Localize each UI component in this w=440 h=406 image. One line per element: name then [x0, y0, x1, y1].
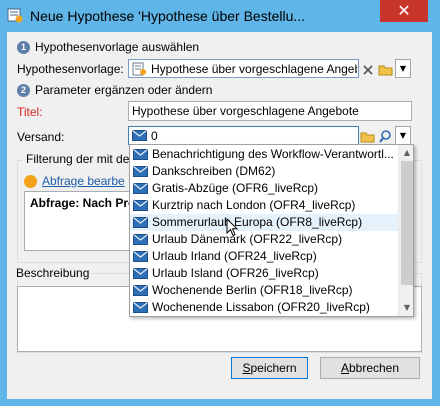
hypothesis-app-icon: [7, 8, 23, 23]
envelope-icon: [133, 217, 148, 228]
cancel-mnemonic: A: [340, 361, 349, 375]
dropdown-item-label: Wochenende Lissabon (OFR20_liveRcp): [152, 300, 370, 314]
dropdown-item[interactable]: Kurztrip nach London (OFR4_liveRcp): [130, 197, 398, 214]
step-2-label: Parameter ergänzen oder ändern: [35, 83, 213, 97]
envelope-icon: [133, 183, 148, 194]
envelope-icon: [133, 166, 148, 177]
template-dropdown-button[interactable]: ▼: [395, 59, 411, 78]
envelope-icon: [133, 285, 148, 296]
step-2-heading: 2 Parameter ergänzen oder ändern: [17, 83, 213, 98]
envelope-icon: [133, 200, 148, 211]
envelope-icon: [133, 234, 148, 245]
versand-combo[interactable]: 0: [128, 126, 359, 145]
template-combo[interactable]: Hypothese über vorgeschlagene Angebote: [128, 59, 359, 78]
dropdown-item-label: Sommerurlaub Europa (OFR8_liveRcp): [152, 215, 363, 229]
envelope-icon: [133, 251, 148, 262]
title-bar[interactable]: Neue Hypothese 'Hypothese über Bestellu.…: [0, 0, 440, 32]
title-input[interactable]: Hypothese über vorgeschlagene Angebote: [128, 101, 412, 121]
dropdown-scrollbar[interactable]: ▲ ▼: [398, 145, 413, 316]
dropdown-item-label: Gratis-Abzüge (OFR6_liveRcp): [152, 181, 319, 195]
cancel-button[interactable]: Abbrechen: [320, 357, 420, 379]
envelope-icon: [133, 302, 148, 313]
filter-group-title: Filterung der mit de: [23, 152, 133, 166]
save-button[interactable]: Speichern: [231, 357, 308, 379]
window-title: Neue Hypothese 'Hypothese über Bestellu.…: [30, 8, 306, 24]
dropdown-item[interactable]: Sommerurlaub Europa (OFR8_liveRcp): [130, 214, 398, 231]
dropdown-item-label: Benachrichtigung des Workflow-Verantwort…: [152, 147, 394, 161]
dropdown-item[interactable]: Urlaub Irland (OFR24_liveRcp): [130, 248, 398, 265]
template-label: Hypothesenvorlage:: [17, 62, 124, 76]
clear-icon[interactable]: [360, 60, 377, 79]
step-1-badge: 1: [17, 41, 30, 55]
dropdown-item-label: Urlaub Dänemark (OFR22_liveRcp): [152, 232, 343, 246]
dropdown-item-label: Kurztrip nach London (OFR4_liveRcp): [152, 198, 356, 212]
dropdown-item[interactable]: Wochenende Berlin (OFR18_liveRcp): [130, 282, 398, 299]
envelope-icon: [133, 149, 148, 160]
dropdown-item-label: Urlaub Irland (OFR24_liveRcp): [152, 249, 317, 263]
dialog-window: Neue Hypothese 'Hypothese über Bestellu.…: [0, 0, 440, 406]
dropdown-item-label: Urlaub Island (OFR26_liveRcp): [152, 266, 319, 280]
versand-label: Versand:: [17, 130, 65, 144]
title-label: Titel:: [17, 105, 43, 119]
hypothesis-icon: [132, 62, 146, 76]
dropdown-item-label: Wochenende Berlin (OFR18_liveRcp): [152, 283, 353, 297]
step-1-label: Hypothesenvorlage auswählen: [35, 40, 200, 54]
close-button[interactable]: ✕: [380, 0, 428, 22]
dropdown-item-label: Dankschreiben (DM62): [152, 164, 276, 178]
template-value: Hypothese über vorgeschlagene Angebote: [151, 62, 357, 76]
folder-icon[interactable]: [377, 60, 394, 79]
save-label: peichern: [250, 361, 297, 375]
mouse-cursor-icon: [226, 218, 238, 237]
envelope-icon: [132, 130, 147, 141]
dropdown-item[interactable]: Dankschreiben (DM62): [130, 163, 398, 180]
query-summary: Abfrage: Nach Pro: [24, 191, 139, 251]
dropdown-item[interactable]: Gratis-Abzüge (OFR6_liveRcp): [130, 180, 398, 197]
query-status-icon: [24, 175, 37, 188]
description-label: Beschreibung: [13, 266, 93, 280]
edit-query-link[interactable]: Abfrage bearbe: [42, 174, 125, 188]
step-1-heading: 1 Hypothesenvorlage auswählen: [17, 40, 200, 55]
versand-value: 0: [151, 129, 158, 143]
versand-dropdown-list[interactable]: Benachrichtigung des Workflow-Verantwort…: [129, 144, 414, 317]
dropdown-item[interactable]: Wochenende Lissabon (OFR20_liveRcp): [130, 299, 398, 316]
step-2-badge: 2: [17, 84, 30, 98]
scroll-thumb[interactable]: [401, 161, 413, 285]
versand-dropdown-button[interactable]: ▼: [395, 126, 411, 145]
scroll-down-icon[interactable]: ▼: [399, 300, 413, 316]
envelope-icon: [133, 268, 148, 279]
cancel-label: bbrechen: [348, 361, 400, 375]
dropdown-item[interactable]: Urlaub Island (OFR26_liveRcp): [130, 265, 398, 282]
dropdown-item[interactable]: Urlaub Dänemark (OFR22_liveRcp): [130, 231, 398, 248]
scroll-up-icon[interactable]: ▲: [399, 145, 413, 161]
dropdown-item[interactable]: Benachrichtigung des Workflow-Verantwort…: [130, 146, 398, 163]
